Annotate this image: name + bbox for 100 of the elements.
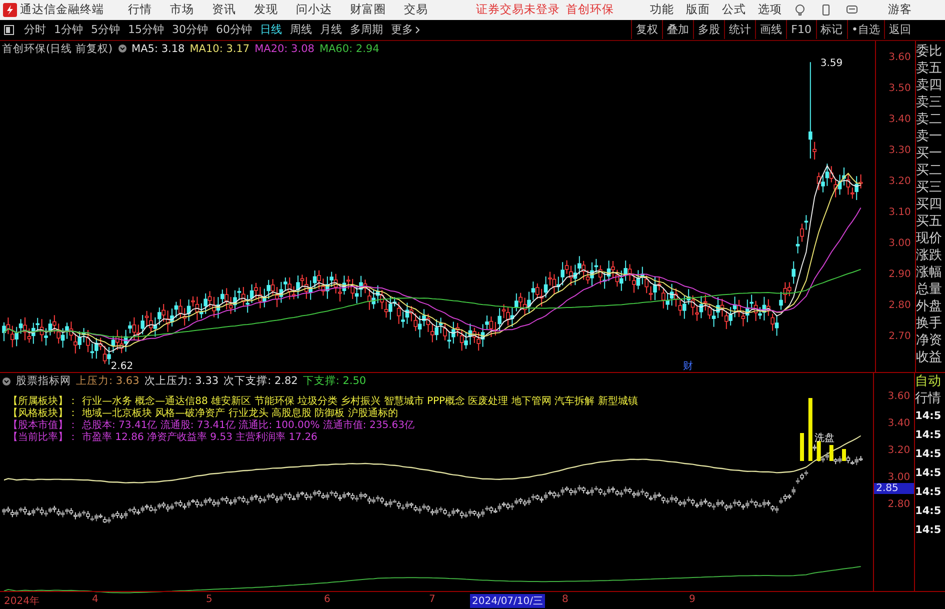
axis-label: 3.60 — [888, 390, 910, 402]
app-title: 通达信金融终端 — [20, 2, 104, 18]
info-text: 地域—北京板块 风格—破净资产 行业龙头 高股息股 防御板 沪股通标的 — [82, 408, 398, 420]
quote-label: 外盘 — [916, 298, 943, 315]
ma-legend: MA5: 3.18 — [132, 42, 185, 55]
trade-time: 14:5 — [915, 466, 942, 481]
menu-item[interactable]: 财富圈 — [350, 2, 386, 18]
high-price-label: 3.59 — [820, 58, 843, 69]
period-tab[interactable]: 多周期 — [346, 22, 387, 38]
event-marker[interactable]: 财 — [683, 358, 693, 373]
menu-item[interactable]: 问小达 — [296, 2, 332, 18]
date-label: 4 — [92, 594, 98, 606]
quote-label: 总量 — [916, 280, 943, 298]
menu-item[interactable]: 行情 — [128, 2, 152, 18]
axis-label: 3.20 — [888, 176, 911, 187]
axis-label: 3.40 — [888, 114, 911, 125]
quote-label: 换手 — [916, 314, 943, 332]
info-label: 【当前比率】： — [8, 432, 78, 444]
info-text: 行业—水务 概念—通达信88 雄安新区 节能环保 垃圾分类 乡村振兴 智慧城市 PPP概念 医废处理 地下管网 汽车拆解 新型城镇 — [82, 396, 638, 408]
quote-label: 卖二 — [916, 110, 943, 128]
period-tab[interactable]: 1分钟 — [50, 22, 87, 38]
period-tab[interactable]: 60分钟 — [212, 22, 256, 38]
trade-time: 14:5 — [915, 408, 942, 424]
level-label: 次上压力: 3.33 — [144, 374, 219, 388]
menu-item[interactable]: 市场 — [170, 2, 194, 18]
quote-label: 买五 — [916, 212, 943, 230]
ma-legend: MA10: 3.17 — [190, 42, 250, 55]
level-label: 次下支撑: 2.82 — [224, 374, 298, 388]
current-value-label: 2.85 — [874, 483, 914, 494]
quote-label: 卖三 — [916, 94, 943, 111]
axis-label: 3.00 — [888, 238, 911, 250]
period-tab[interactable]: 30分钟 — [168, 22, 212, 38]
date-label: 7 — [429, 594, 436, 606]
axis-label: 3.60 — [888, 52, 911, 63]
panel-label[interactable]: 自动 — [915, 372, 945, 390]
panel-label[interactable]: 行情 — [915, 390, 945, 407]
menu-item[interactable]: 公式 — [722, 2, 746, 18]
menu-item[interactable]: 版面 — [686, 2, 710, 18]
quote-label: 卖一 — [916, 128, 943, 145]
axis-label: 3.50 — [888, 82, 911, 94]
info-text: 总股本: 73.41亿 流通股: 73.41亿 流通比: 100.00% 流通市值: 235.63亿 — [82, 420, 414, 432]
axis-label: 3.20 — [888, 444, 910, 456]
date-label: 2024年 — [4, 595, 40, 608]
axis-label: 3.10 — [888, 207, 911, 218]
chart-title: 首创环保(日线 前复权) — [2, 42, 113, 56]
axis-label: 3.30 — [888, 144, 911, 156]
quote-label: 收益 — [916, 348, 943, 366]
menu-item[interactable]: 选项 — [758, 2, 782, 18]
period-tab[interactable]: 日线 — [256, 22, 286, 38]
login-notice[interactable]: 证券交易未登录 — [476, 2, 560, 18]
info-label: 【所属板块】： — [8, 396, 78, 408]
quote-label: 涨跌 — [916, 246, 943, 264]
axis-label: 2.90 — [888, 269, 911, 280]
quote-label: 卖四 — [916, 76, 943, 94]
stock-name: 首创环保 — [566, 2, 614, 18]
current-date-label: 2024/07/10/三 — [470, 594, 546, 608]
trade-time: 14:5 — [915, 484, 942, 500]
user-name[interactable]: 游客 — [888, 2, 912, 18]
quote-label: 买一 — [916, 144, 943, 162]
axis-label: 2.70 — [888, 331, 911, 342]
date-label: 9 — [689, 594, 696, 606]
ma-legend: MA20: 3.08 — [254, 42, 314, 55]
menu-item[interactable]: 资讯 — [212, 2, 236, 18]
level-label: 上压力: 3.63 — [76, 374, 140, 388]
trade-time: 14:5 — [915, 504, 942, 519]
quote-label: 净资 — [916, 332, 943, 349]
menu-item[interactable]: 交易 — [404, 2, 428, 18]
low-price-label: 2.62 — [110, 361, 134, 372]
quote-label: 买四 — [916, 196, 943, 213]
trade-time: 14:5 — [915, 428, 942, 443]
info-text: 市盈率 12.86 净资产收益率 9.53 主营利润率 17.26 — [82, 432, 318, 444]
indicator-title: 股票指标网 — [16, 374, 71, 388]
trade-time: 14:5 — [915, 446, 942, 462]
period-tab[interactable]: 周线 — [286, 22, 316, 38]
axis-label: 3.40 — [888, 418, 910, 429]
axis-label: 2.80 — [888, 499, 910, 510]
period-tab[interactable]: 更多 — [387, 22, 424, 38]
date-label: 8 — [562, 594, 568, 606]
info-label: 【股本市值】： — [8, 420, 78, 432]
signal-label: 洗盘 — [814, 432, 835, 445]
axis-label: 2.80 — [888, 300, 911, 312]
date-label: 6 — [324, 594, 330, 606]
level-label: 下支撑: 2.50 — [302, 374, 366, 388]
quote-label: 买二 — [916, 162, 943, 179]
period-tab[interactable]: 分时 — [20, 22, 50, 38]
quote-label: 涨幅 — [916, 264, 943, 281]
quote-label: 委比 — [916, 42, 943, 60]
menu-item[interactable]: 发现 — [254, 2, 278, 18]
quote-label: 现价 — [916, 230, 943, 247]
ma-legend: MA60: 2.94 — [319, 42, 380, 55]
info-label: 【风格板块】： — [8, 408, 78, 420]
period-tab[interactable]: 月线 — [316, 22, 346, 38]
period-tab[interactable]: 5分钟 — [87, 22, 124, 38]
axis-label: 3.00 — [888, 472, 910, 484]
menu-item[interactable]: 功能 — [650, 2, 674, 18]
quote-label: 卖五 — [916, 60, 943, 77]
period-tab[interactable]: 15分钟 — [124, 22, 168, 38]
date-label: 5 — [206, 594, 212, 606]
quote-label: 买三 — [916, 178, 943, 196]
trade-time: 14:5 — [915, 522, 942, 538]
